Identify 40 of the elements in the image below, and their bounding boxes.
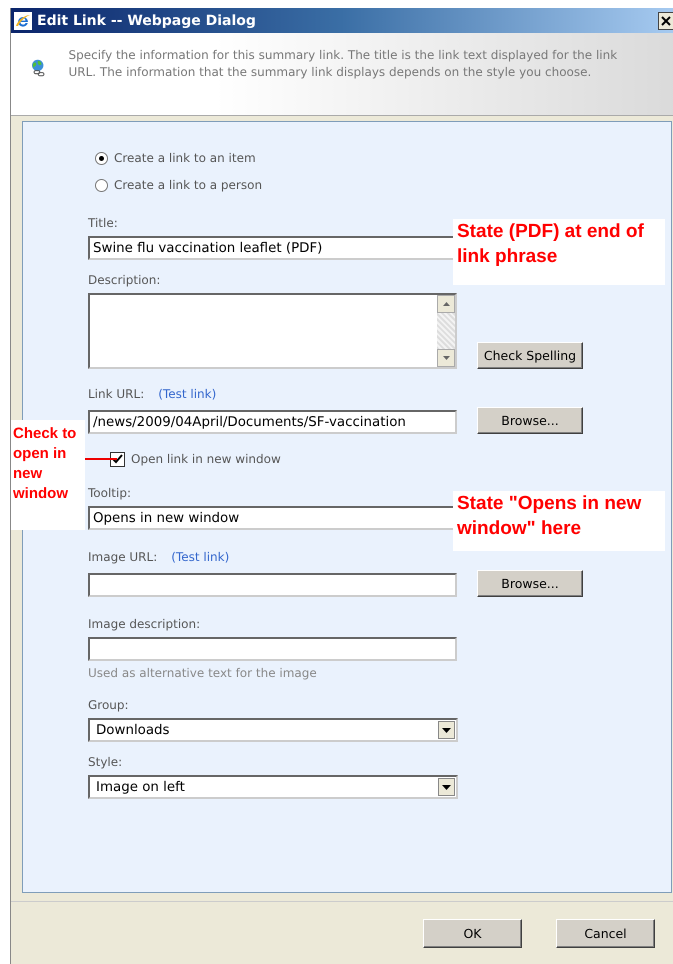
ok-button[interactable]: OK — [423, 918, 522, 948]
annotation-note: State (PDF) at end of link phrase — [453, 219, 665, 285]
text-area[interactable] — [88, 293, 457, 369]
window-title: Edit Link -- Webpage Dialog — [37, 12, 256, 28]
text-field[interactable] — [88, 637, 457, 661]
test-link[interactable]: (Test link) — [158, 387, 216, 403]
text-field[interactable] — [88, 573, 457, 597]
scrollbar[interactable] — [437, 295, 455, 367]
field-label: Image description: — [88, 617, 200, 633]
field-hint: Used as alternative text for the image — [88, 666, 318, 680]
field-label: Title: — [88, 216, 118, 232]
checkbox-label: Open link in new window — [131, 452, 281, 466]
browse-button[interactable]: Browse... — [477, 570, 583, 597]
dropdown[interactable]: Image on left — [88, 775, 458, 799]
field-label: Link URL: — [88, 387, 144, 403]
text-field[interactable]: /news/2009/04April/Documents/SF-vaccination — [88, 410, 457, 434]
radio-label: Create a link to an item — [114, 151, 256, 165]
cancel-button[interactable]: Cancel — [556, 918, 655, 948]
scroll-up-icon — [442, 302, 450, 306]
dropdown[interactable]: Downloads — [88, 718, 458, 742]
leader-line — [85, 458, 117, 460]
field-label: Tooltip: — [88, 486, 132, 502]
browser-logo-icon — [14, 12, 32, 30]
radio-button[interactable] — [95, 152, 108, 164]
annotation-note: State "Opens in new window" here — [453, 491, 665, 551]
field-label: Image URL: — [88, 550, 158, 566]
checkbox[interactable] — [110, 452, 125, 466]
close-button[interactable] — [658, 12, 673, 30]
close-icon — [661, 16, 671, 26]
check-spelling-button[interactable]: Check Spelling — [477, 342, 583, 369]
scroll-down-icon — [442, 356, 450, 360]
radio-label: Create a link to a person — [114, 178, 262, 192]
annotation-note: Check to open in new window — [11, 420, 85, 530]
browse-button[interactable]: Browse... — [477, 407, 583, 434]
field-label: Group: — [88, 698, 129, 714]
field-label: Description: — [88, 273, 160, 289]
dialog-description: Specify the information for this summary link. The title is the link text displayed for the link URL. The information that the summary link displays depends on the style you choose. — [68, 47, 618, 81]
test-link[interactable]: (Test link) — [171, 550, 230, 566]
radio-button[interactable] — [95, 178, 108, 192]
field-label: Style: — [88, 755, 122, 771]
